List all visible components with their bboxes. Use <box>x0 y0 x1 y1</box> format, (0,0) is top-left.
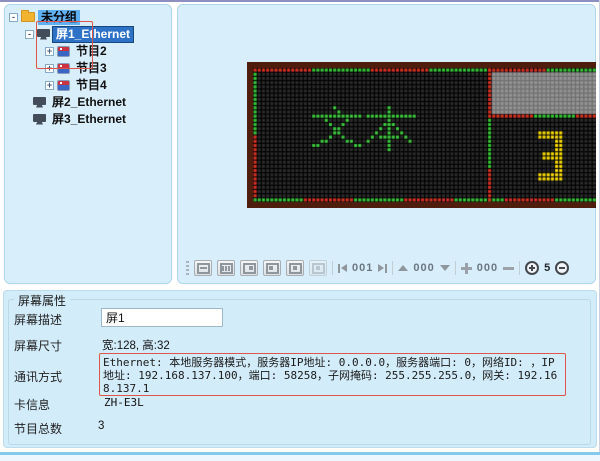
tree-item-program4[interactable]: + 节目4 <box>45 77 110 93</box>
layout-rows-button[interactable] <box>194 260 212 276</box>
bottom-margin <box>0 455 600 461</box>
layout-region-top-button[interactable] <box>286 260 304 276</box>
preview-toolbar: 001 000 000 5 <box>186 257 569 279</box>
collapse-icon[interactable]: - <box>9 13 18 22</box>
screen-description-input[interactable] <box>101 308 223 327</box>
program-count-value: 3 <box>98 420 104 432</box>
comm-mode-label: 通讯方式 <box>14 368 62 385</box>
tree-item-label[interactable]: 节目2 <box>73 44 110 59</box>
layout-region-topright-button[interactable] <box>240 260 258 276</box>
monitor-icon <box>33 97 46 108</box>
toolbar-separator <box>332 261 333 275</box>
frame-down-button[interactable] <box>440 265 450 271</box>
layout-region-disabled-button[interactable] <box>309 260 327 276</box>
program-icon <box>57 80 70 91</box>
tree-item-group[interactable]: - 未分组 <box>9 9 80 25</box>
toolbar-separator <box>455 261 456 275</box>
toolbar-separator <box>392 261 393 275</box>
zoom-level: 5 <box>544 262 550 274</box>
expand-icon[interactable]: + <box>45 81 54 90</box>
screen-tree-panel: - 未分组 - 屏1_Ethernet + 节目2 + 节目3 + 节目4 屏2… <box>4 4 172 284</box>
tree-item-screen2[interactable]: 屏2_Ethernet <box>33 94 129 110</box>
led-screen-preview[interactable] <box>247 62 596 208</box>
zoom-in-icon[interactable] <box>525 261 539 275</box>
tree-item-program3[interactable]: + 节目3 <box>45 60 110 76</box>
program-icon <box>57 63 70 74</box>
tree-item-screen3[interactable]: 屏3_Ethernet <box>33 111 129 127</box>
tree-item-screen1[interactable]: - 屏1_Ethernet <box>25 26 133 42</box>
toolbar-separator <box>519 261 520 275</box>
expand-icon[interactable]: + <box>45 64 54 73</box>
monitor-icon <box>33 114 46 125</box>
screen-size-label: 屏幕尺寸 <box>14 337 62 354</box>
page-number: 001 <box>352 262 373 274</box>
frame-up-button[interactable] <box>398 265 408 271</box>
tree-item-label[interactable]: 屏1_Ethernet <box>53 27 133 42</box>
step-number: 000 <box>477 262 498 274</box>
screen-description-label: 屏幕描述 <box>14 311 62 328</box>
comm-mode-value: Ethernet: 本地服务器模式，服务器IP地址: 0.0.0.0，服务器端口… <box>103 356 560 395</box>
collapse-icon[interactable]: - <box>25 30 34 39</box>
expand-icon[interactable]: + <box>45 47 54 56</box>
tree-item-label[interactable]: 未分组 <box>38 10 80 25</box>
folder-icon <box>21 12 35 22</box>
toolbar-grip[interactable] <box>186 261 189 276</box>
frame-number: 000 <box>413 262 434 274</box>
screen-size-value: 宽:128, 高:32 <box>102 337 170 353</box>
tree-item-program2[interactable]: + 节目2 <box>45 43 110 59</box>
first-page-button[interactable] <box>338 264 347 273</box>
layout-columns-button[interactable] <box>217 260 235 276</box>
properties-group-title: 屏幕属性 <box>14 292 70 309</box>
monitor-icon <box>37 29 50 40</box>
step-plus-button[interactable] <box>461 263 472 274</box>
zoom-out-icon[interactable] <box>555 261 569 275</box>
tree-item-label[interactable]: 屏3_Ethernet <box>49 112 129 127</box>
tree-item-label[interactable]: 节目3 <box>73 61 110 76</box>
tree-item-label[interactable]: 屏2_Ethernet <box>49 95 129 110</box>
card-info-value: ZH-E3L <box>104 396 144 409</box>
last-page-button[interactable] <box>378 264 387 273</box>
program-icon <box>57 46 70 57</box>
tree-item-label[interactable]: 节目4 <box>73 78 110 93</box>
layout-region-left-button[interactable] <box>263 260 281 276</box>
step-minus-button[interactable] <box>503 267 514 270</box>
card-info-label: 卡信息 <box>14 396 50 413</box>
program-count-label: 节目总数 <box>14 420 62 437</box>
window-top-border <box>0 0 600 2</box>
